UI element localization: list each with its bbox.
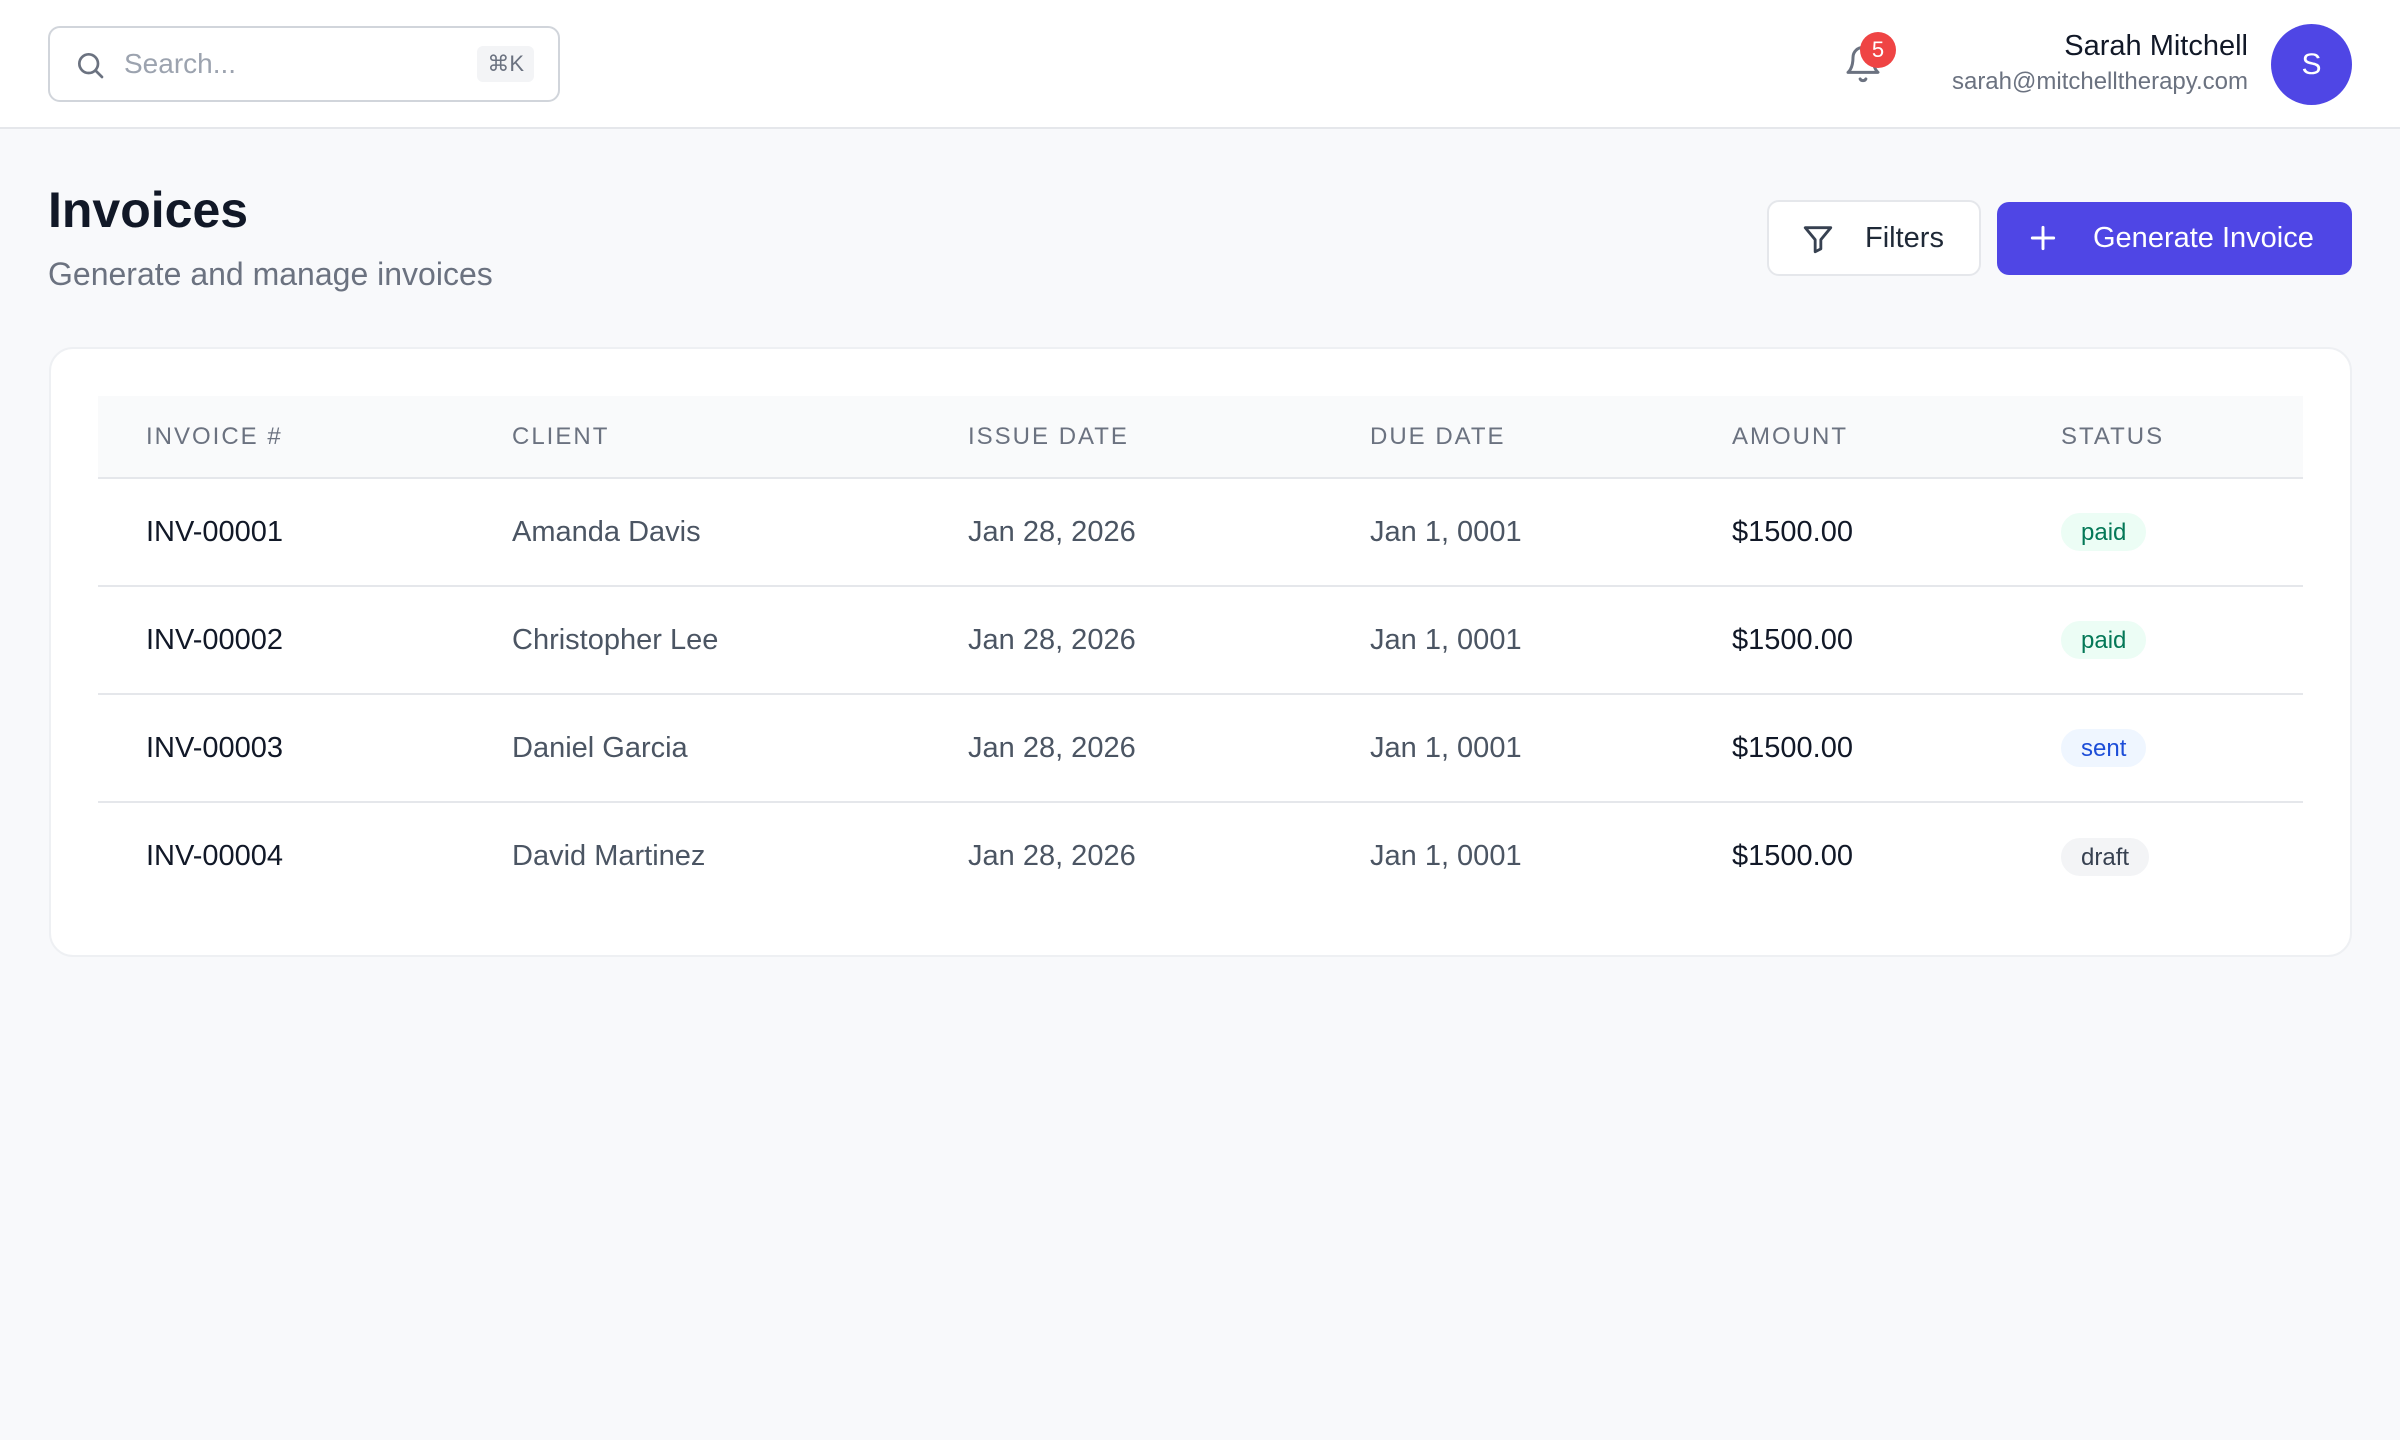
due-date: Jan 1, 0001 [1370,731,1522,764]
client-name: David Martinez [512,840,706,872]
page-title: Invoices [48,182,249,238]
generate-invoice-button[interactable]: Generate Invoice [1997,202,2352,275]
filters-button-label: Filters [1865,222,1944,254]
invoice-number: INV-00002 [146,623,284,656]
due-date: Jan 1, 0001 [1370,840,1522,872]
column-header-due-date[interactable]: DUE DATE [1370,396,1732,479]
top-bar: Search... ⌘K 5 Sarah Mitchell sarah@mitc… [0,0,2400,129]
column-header-status[interactable]: STATUS [2061,396,2303,479]
table-header-row: INVOICE # CLIENT ISSUE DATE DUE DATE AMO… [98,396,2303,479]
notification-count-badge: 5 [1860,32,1896,68]
status-badge: sent [2061,729,2147,767]
plus-icon [2030,225,2056,251]
client-name: Christopher Lee [512,623,719,656]
column-header-invoice[interactable]: INVOICE # [98,396,512,479]
table-row[interactable]: INV-00003 Daniel Garcia Jan 28, 2026 Jan… [98,694,2303,802]
issue-date: Jan 28, 2026 [968,623,1136,656]
client-name: Amanda Davis [512,515,701,548]
user-name: Sarah Mitchell [2064,30,2248,62]
issue-date: Jan 28, 2026 [968,731,1136,764]
page-subtitle: Generate and manage invoices [48,256,493,292]
status-badge: paid [2061,621,2147,659]
amount: $1500.00 [1732,515,1853,548]
status-badge: paid [2061,513,2147,551]
generate-invoice-button-label: Generate Invoice [2093,222,2314,254]
invoices-card: INVOICE # CLIENT ISSUE DATE DUE DATE AMO… [49,347,2352,957]
table-row[interactable]: INV-00002 Christopher Lee Jan 28, 2026 J… [98,586,2303,694]
search-placeholder: Search... [124,48,237,79]
invoice-number: INV-00003 [146,731,284,764]
user-email: sarah@mitchelltherapy.com [1951,68,2248,95]
invoice-number: INV-00004 [146,840,284,872]
search-shortcut-hint: ⌘K [477,46,534,82]
filters-button[interactable]: Filters [1767,200,1981,276]
invoice-number: INV-00001 [146,515,284,548]
amount: $1500.00 [1732,623,1853,656]
issue-date: Jan 28, 2026 [968,840,1136,872]
column-header-issue-date[interactable]: ISSUE DATE [968,396,1370,479]
issue-date: Jan 28, 2026 [968,515,1136,548]
due-date: Jan 1, 0001 [1370,515,1522,548]
search-icon [78,53,104,79]
table-row[interactable]: INV-00004 David Martinez Jan 28, 2026 Ja… [98,802,2303,910]
column-header-client[interactable]: CLIENT [512,396,968,479]
client-name: Daniel Garcia [512,731,688,764]
amount: $1500.00 [1732,731,1853,764]
status-badge: draft [2061,837,2150,876]
due-date: Jan 1, 0001 [1370,623,1522,656]
search-input[interactable]: Search... ⌘K [48,26,560,102]
avatar[interactable]: S [2271,24,2352,105]
table-row[interactable]: INV-00001 Amanda Davis Jan 28, 2026 Jan … [98,478,2303,586]
amount: $1500.00 [1732,840,1853,872]
column-header-amount[interactable]: AMOUNT [1732,396,2061,479]
filter-icon [1803,226,1833,254]
invoices-table: INVOICE # CLIENT ISSUE DATE DUE DATE AMO… [98,396,2303,910]
